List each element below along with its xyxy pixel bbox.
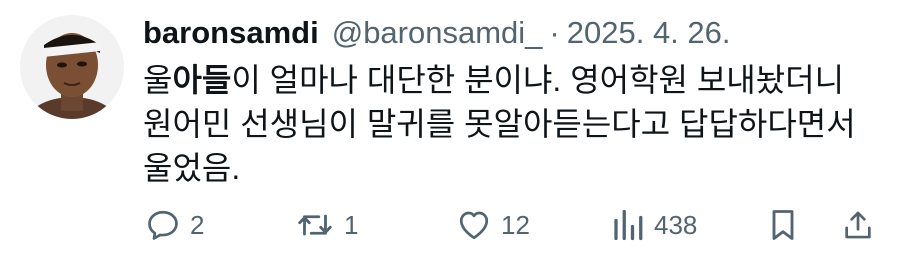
views-icon	[611, 207, 645, 243]
text-segment: 원어민 선생님이 말귀를 못알아듣는다고 답답하다면서	[143, 106, 856, 142]
share-icon	[841, 207, 875, 243]
reply-button[interactable]: 2	[145, 203, 204, 247]
action-bar: 2 1 12 438	[143, 203, 878, 247]
heart-icon	[456, 207, 492, 243]
like-count: 12	[501, 210, 530, 240]
retweet-button[interactable]: 1	[295, 203, 358, 247]
post-date[interactable]: 2025. 4. 26.	[567, 14, 731, 52]
text-segment: 울	[143, 62, 173, 98]
retweet-icon	[295, 207, 335, 243]
share-button[interactable]	[841, 203, 875, 247]
tweet-text-line: 원어민 선생님이 말귀를 못알아듣는다고 답답하다면서	[143, 102, 883, 146]
text-segment-bold: 아들	[172, 62, 232, 98]
tweet-text-line: 울었음.	[143, 146, 883, 190]
retweet-count: 1	[344, 210, 359, 240]
avatar-image	[20, 15, 124, 119]
author-handle[interactable]: @baronsamdi_	[332, 14, 543, 52]
like-button[interactable]: 12	[456, 203, 530, 247]
bookmark-button[interactable]	[768, 203, 798, 247]
avatar[interactable]	[20, 15, 124, 119]
view-count: 438	[654, 210, 698, 240]
tweet-text: 울아들이 얼마나 대단한 분이냐. 영어학원 보내놨더니 원어민 선생님이 말귀…	[143, 58, 883, 190]
text-segment: 이 얼마나 대단한 분이냐. 영어학원 보내놨더니	[231, 62, 845, 98]
tweet-header: baronsamdi @baronsamdi_ · 2025. 4. 26.	[143, 14, 731, 52]
reply-count: 2	[190, 210, 205, 240]
text-segment: 울었음.	[143, 150, 241, 186]
header-separator: ·	[549, 15, 560, 50]
tweet-text-line: 울아들이 얼마나 대단한 분이냐. 영어학원 보내놨더니	[143, 58, 883, 102]
views-button[interactable]: 438	[611, 203, 697, 247]
author-name[interactable]: baronsamdi	[143, 14, 319, 52]
reply-icon	[145, 207, 181, 243]
bookmark-icon	[768, 207, 798, 243]
